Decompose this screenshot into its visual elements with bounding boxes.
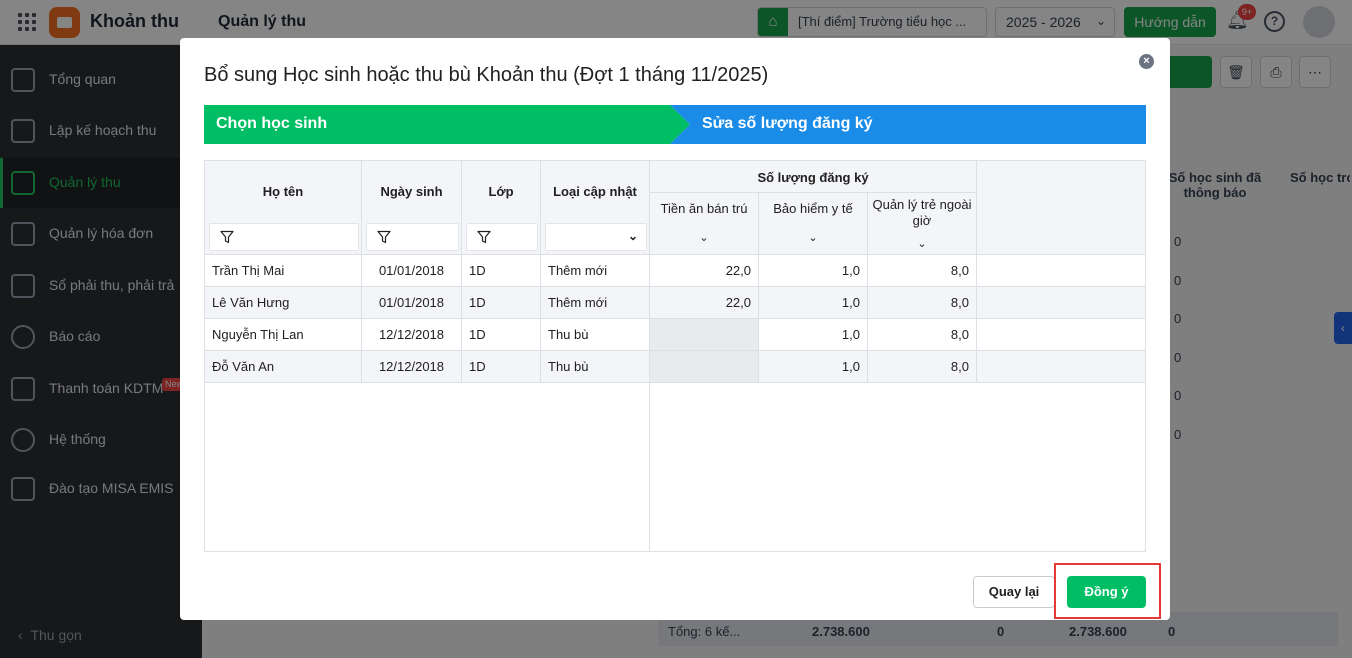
cell-afterschool[interactable]: 8,0: [868, 351, 977, 382]
column-header-insurance[interactable]: Bảo hiểm y tế ⌄: [759, 193, 868, 255]
table-row[interactable]: Đỗ Văn An 12/12/2018 1D Thu bù 1,0 8,0: [205, 351, 1145, 383]
column-group-label: Số lượng đăng ký: [757, 170, 869, 185]
update-type-filter-select[interactable]: ⌄: [545, 223, 647, 251]
filter-icon: [377, 230, 391, 244]
column-header-afterschool[interactable]: Quản lý trẻ ngoài giờ ⌄: [868, 193, 977, 255]
cell-class: 1D: [462, 287, 541, 318]
cell-name: Đỗ Văn An: [205, 351, 362, 382]
table-row[interactable]: Lê Văn Hưng 01/01/2018 1D Thêm mới 22,0 …: [205, 287, 1145, 319]
column-group-quantity: Số lượng đăng ký: [650, 161, 977, 193]
column-header-update-type: Loại cập nhật ⌄: [541, 161, 650, 255]
cell-update-type: Thu bù: [541, 319, 650, 350]
cell-dob: 12/12/2018: [362, 319, 462, 350]
close-icon[interactable]: ×: [1139, 54, 1154, 69]
back-button[interactable]: Quay lại: [973, 576, 1055, 608]
confirm-button[interactable]: Đồng ý: [1067, 576, 1146, 608]
cell-meal-disabled: [650, 351, 759, 382]
table-row[interactable]: Nguyễn Thị Lan 12/12/2018 1D Thu bù 1,0 …: [205, 319, 1145, 351]
cell-insurance[interactable]: 1,0: [759, 287, 868, 318]
cell-afterschool[interactable]: 8,0: [868, 319, 977, 350]
step-select-students: Chọn học sinh: [204, 105, 690, 144]
column-header-label: Bảo hiểm y tế: [773, 201, 853, 216]
column-header-class: Lớp: [462, 161, 541, 255]
cell-class: 1D: [462, 255, 541, 286]
column-header-label: Tiền ăn bán trú: [660, 201, 748, 216]
chevron-down-icon: ⌄: [808, 232, 818, 244]
class-filter-input[interactable]: [466, 223, 538, 251]
dialog-title: Bổ sung Học sinh hoặc thu bù Khoản thu (…: [204, 64, 769, 86]
cell-meal[interactable]: 22,0: [650, 255, 759, 286]
filter-icon: [477, 230, 491, 244]
column-header-dob: Ngày sinh: [362, 161, 462, 255]
chevron-down-icon: ⌄: [699, 232, 709, 244]
add-students-dialog: Bổ sung Học sinh hoặc thu bù Khoản thu (…: [180, 38, 1170, 620]
column-header-label: Loại cập nhật: [553, 184, 637, 199]
cell-dob: 12/12/2018: [362, 351, 462, 382]
chevron-down-icon: ⌄: [917, 238, 927, 250]
cell-meal[interactable]: 22,0: [650, 287, 759, 318]
cell-class: 1D: [462, 351, 541, 382]
cell-name: Nguyễn Thị Lan: [205, 319, 362, 350]
cell-name: Trần Thị Mai: [205, 255, 362, 286]
column-header-label: Quản lý trẻ ngoài giờ: [872, 197, 972, 228]
cell-insurance[interactable]: 1,0: [759, 351, 868, 382]
column-header-label: Ngày sinh: [380, 184, 443, 199]
step-label: Sửa số lượng đăng ký: [702, 115, 873, 132]
cell-afterschool[interactable]: 8,0: [868, 255, 977, 286]
cell-dob: 01/01/2018: [362, 255, 462, 286]
cell-update-type: Thu bù: [541, 351, 650, 382]
cell-name: Lê Văn Hưng: [205, 287, 362, 318]
filter-icon: [220, 230, 234, 244]
registration-grid: Họ tên Ngày sinh Lớp Loại cập nhật ⌄ Số …: [204, 160, 1146, 552]
cell-update-type: Thêm mới: [541, 287, 650, 318]
cell-update-type: Thêm mới: [541, 255, 650, 286]
column-header-meal[interactable]: Tiền ăn bán trú ⌄: [650, 193, 759, 255]
dob-filter-input[interactable]: [366, 223, 459, 251]
column-header-empty: [977, 161, 1145, 255]
step-label: Chọn học sinh: [216, 115, 328, 132]
table-row[interactable]: Trần Thị Mai 01/01/2018 1D Thêm mới 22,0…: [205, 255, 1145, 287]
cell-afterschool[interactable]: 8,0: [868, 287, 977, 318]
cell-class: 1D: [462, 319, 541, 350]
column-header-label: Họ tên: [262, 184, 304, 199]
cell-insurance[interactable]: 1,0: [759, 255, 868, 286]
cell-insurance[interactable]: 1,0: [759, 319, 868, 350]
cell-dob: 01/01/2018: [362, 287, 462, 318]
cell-meal-disabled: [650, 319, 759, 350]
frozen-column-divider: [649, 383, 650, 551]
name-filter-input[interactable]: [209, 223, 359, 251]
step-edit-quantity: Sửa số lượng đăng ký: [670, 105, 1146, 144]
column-header-label: Lớp: [488, 184, 514, 199]
column-header-name: Họ tên: [205, 161, 362, 255]
chevron-down-icon: ⌄: [627, 229, 638, 243]
